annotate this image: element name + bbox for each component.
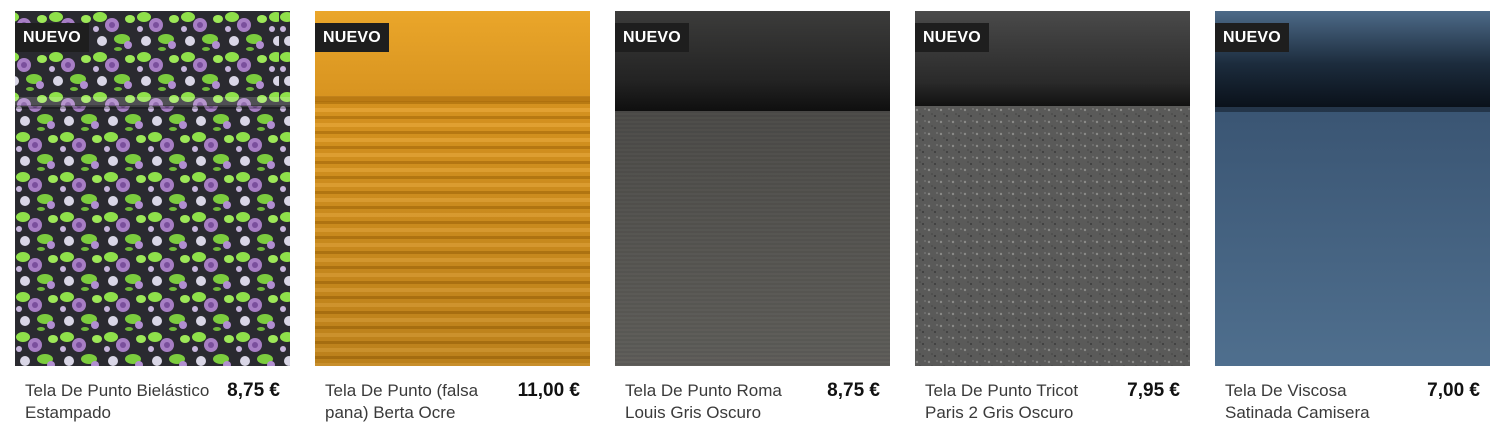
product-image-grey-tricot[interactable]: NUEVO xyxy=(915,11,1190,366)
product-info: Tela De Punto Tricot Paris 2 Gris Oscuro… xyxy=(915,366,1190,448)
fabric-floral-swatch xyxy=(15,11,290,366)
product-name[interactable]: Tela De Punto (falsa pana) Berta Ocre xyxy=(325,380,510,424)
product-name[interactable]: Tela De Punto Roma Louis Gris Oscuro xyxy=(625,380,810,424)
fabric-melange-swatch xyxy=(915,11,1190,366)
product-price: 11,00 € xyxy=(517,380,580,401)
product-price: 8,75 € xyxy=(827,380,880,401)
product-image-floral[interactable]: NUEVO xyxy=(15,11,290,366)
product-card[interactable]: NUEVO Tela De Punto Tricot Paris 2 Gris … xyxy=(915,11,1190,448)
product-price: 8,75 € xyxy=(227,380,280,401)
product-name[interactable]: Tela De Punto Tricot Paris 2 Gris Oscuro xyxy=(925,380,1110,424)
product-image-grey-roma[interactable]: NUEVO xyxy=(615,11,890,366)
product-price: 7,00 € xyxy=(1427,380,1480,401)
product-info: Tela De Punto Roma Louis Gris Oscuro 8,7… xyxy=(615,366,890,448)
product-grid: NUEVO Tela De Punto Bielástico Estampado… xyxy=(0,0,1497,448)
product-name[interactable]: Tela De Viscosa Satinada Camisera xyxy=(1225,380,1410,424)
product-info: Tela De Punto (falsa pana) Berta Ocre 11… xyxy=(315,366,590,448)
product-image-navy-viscose[interactable]: NUEVO xyxy=(1215,11,1490,366)
new-badge: NUEVO xyxy=(915,23,989,52)
product-card[interactable]: NUEVO Tela De Punto Bielástico Estampado… xyxy=(15,11,290,448)
new-badge: NUEVO xyxy=(315,23,389,52)
product-name[interactable]: Tela De Punto Bielástico Estampado xyxy=(25,380,210,424)
product-info: Tela De Punto Bielástico Estampado 8,75 … xyxy=(15,366,290,448)
fabric-corduroy-swatch xyxy=(315,11,590,366)
product-card[interactable]: NUEVO Tela De Punto (falsa pana) Berta O… xyxy=(315,11,590,448)
fabric-satin-swatch xyxy=(1215,11,1490,366)
fabric-grey-knit-swatch xyxy=(615,11,890,366)
product-image-ochre[interactable]: NUEVO xyxy=(315,11,590,366)
product-info: Tela De Viscosa Satinada Camisera 7,00 € xyxy=(1215,366,1490,448)
new-badge: NUEVO xyxy=(1215,23,1289,52)
new-badge: NUEVO xyxy=(615,23,689,52)
product-card[interactable]: NUEVO Tela De Viscosa Satinada Camisera … xyxy=(1215,11,1490,448)
product-price: 7,95 € xyxy=(1127,380,1180,401)
product-card[interactable]: NUEVO Tela De Punto Roma Louis Gris Oscu… xyxy=(615,11,890,448)
new-badge: NUEVO xyxy=(15,23,89,52)
